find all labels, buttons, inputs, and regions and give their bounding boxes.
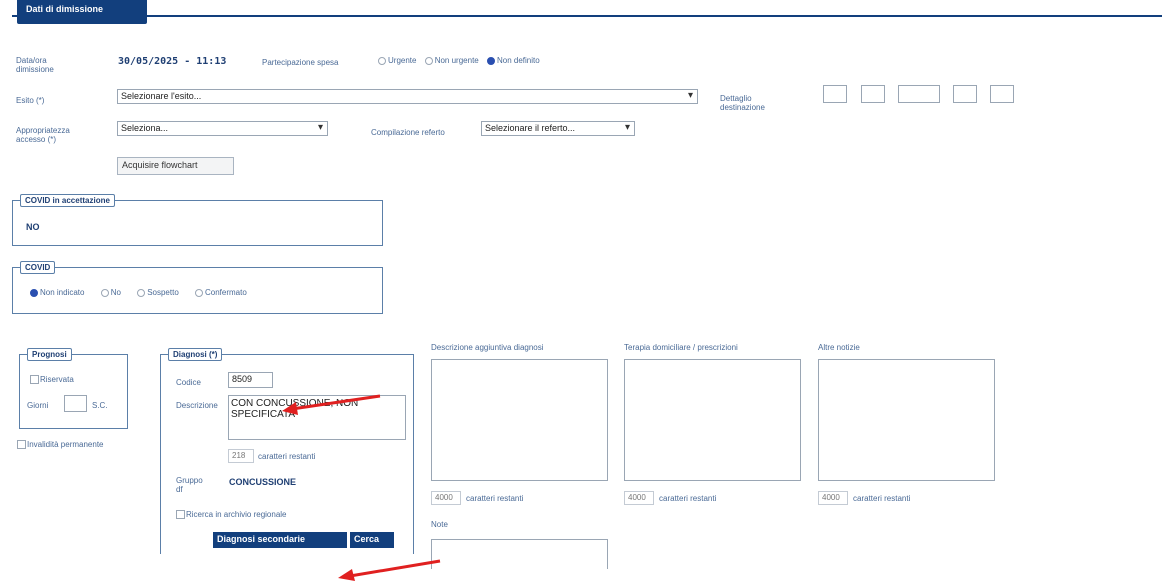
prognosi-box <box>19 354 128 429</box>
esito-label: Esito (*) <box>16 96 45 105</box>
radio-confermato[interactable]: Confermato <box>195 288 247 297</box>
acquisire-flowchart-button[interactable]: Acquisire flowchart <box>117 157 234 175</box>
destinazione-field-2[interactable] <box>861 85 885 103</box>
terapia-remaining: 4000 <box>624 491 654 505</box>
descrizione-aggiuntiva-remaining: 4000 <box>431 491 461 505</box>
radio-sospetto[interactable]: Sospetto <box>137 288 179 297</box>
section-header-line <box>12 15 1162 17</box>
covid-radio-group: Non indicato No Sospetto Confermato <box>30 288 247 297</box>
annotation-arrow-icon <box>282 394 381 415</box>
radio-non-urgente[interactable]: Non urgente <box>424 56 479 65</box>
covid-title: COVID <box>20 261 56 274</box>
radio-non-definito[interactable]: Non definito <box>486 56 540 65</box>
riservata-checkbox[interactable]: Riservata <box>30 375 74 385</box>
descrizione-aggiuntiva-remaining-label: caratteri restanti <box>466 494 524 503</box>
descrizione-label: Descrizione <box>176 401 218 410</box>
ricerca-checkbox[interactable]: Ricerca in archivio regionale <box>176 510 287 520</box>
destinazione-field-5[interactable] <box>990 85 1014 103</box>
destinazione-field-1[interactable] <box>823 85 847 103</box>
altre-notizie-remaining: 4000 <box>818 491 848 505</box>
cerca-button[interactable]: Cerca <box>350 532 394 548</box>
compilazione-select[interactable]: Selezionare il referto... <box>481 121 635 136</box>
giorni-label: Giorni <box>27 401 49 410</box>
datetime-label: Data/ora dimissione <box>16 56 54 74</box>
giorni-input[interactable] <box>64 395 87 412</box>
compilazione-label: Compilazione referto <box>371 128 445 137</box>
appropriatezza-select[interactable]: Seleziona... <box>117 121 328 136</box>
esito-select[interactable]: Selezionare l'esito... <box>117 89 698 104</box>
covid-accettazione-value: NO <box>26 222 40 232</box>
gruppo-label: Gruppo df <box>176 476 203 494</box>
codice-label: Codice <box>176 378 201 387</box>
diagnosi-title: Diagnosi (*) <box>168 348 223 361</box>
descrizione-remaining-label: caratteri restanti <box>258 452 316 461</box>
dettaglio-label: Dettaglio destinazione <box>720 94 765 112</box>
descrizione-aggiuntiva-textarea[interactable] <box>431 359 608 481</box>
diagnosi-secondarie-button[interactable]: Diagnosi secondarie <box>213 532 347 548</box>
annotation-arrow-icon-2 <box>338 559 441 581</box>
descrizione-aggiuntiva-label: Descrizione aggiuntiva diagnosi <box>431 343 544 352</box>
partecipazione-label: Partecipazione spesa <box>262 58 339 67</box>
gruppo-value: CONCUSSIONE <box>229 477 297 487</box>
note-textarea[interactable] <box>431 539 608 569</box>
terapia-textarea[interactable] <box>624 359 801 481</box>
descrizione-remaining: 218 <box>228 449 254 463</box>
covid-accettazione-title: COVID in accettazione <box>20 194 115 207</box>
note-label: Note <box>431 520 448 529</box>
partecipazione-radio-group: Urgente Non urgente Non definito <box>378 56 540 65</box>
sc-label: S.C. <box>92 401 108 410</box>
radio-urgente[interactable]: Urgente <box>378 56 416 65</box>
altre-notizie-remaining-label: caratteri restanti <box>853 494 911 503</box>
destinazione-field-4[interactable] <box>953 85 977 103</box>
section-tab: Dati di dimissione <box>17 0 147 24</box>
terapia-remaining-label: caratteri restanti <box>659 494 717 503</box>
altre-notizie-textarea[interactable] <box>818 359 995 481</box>
invalidita-checkbox[interactable]: Invalidità permanente <box>17 440 104 450</box>
radio-non-indicato[interactable]: Non indicato <box>30 288 84 297</box>
prognosi-title: Prognosi <box>27 348 72 361</box>
section-title: Dati di dimissione <box>26 4 104 14</box>
terapia-label: Terapia domiciliare / prescrizioni <box>624 343 738 352</box>
altre-notizie-label: Altre notizie <box>818 343 860 352</box>
radio-no[interactable]: No <box>100 288 121 297</box>
datetime-value: 30/05/2025 - 11:13 <box>118 56 227 67</box>
codice-input[interactable]: 8509 <box>228 372 273 388</box>
appropriatezza-label: Appropriatezza accesso (*) <box>16 126 70 144</box>
destinazione-field-3[interactable] <box>898 85 940 103</box>
